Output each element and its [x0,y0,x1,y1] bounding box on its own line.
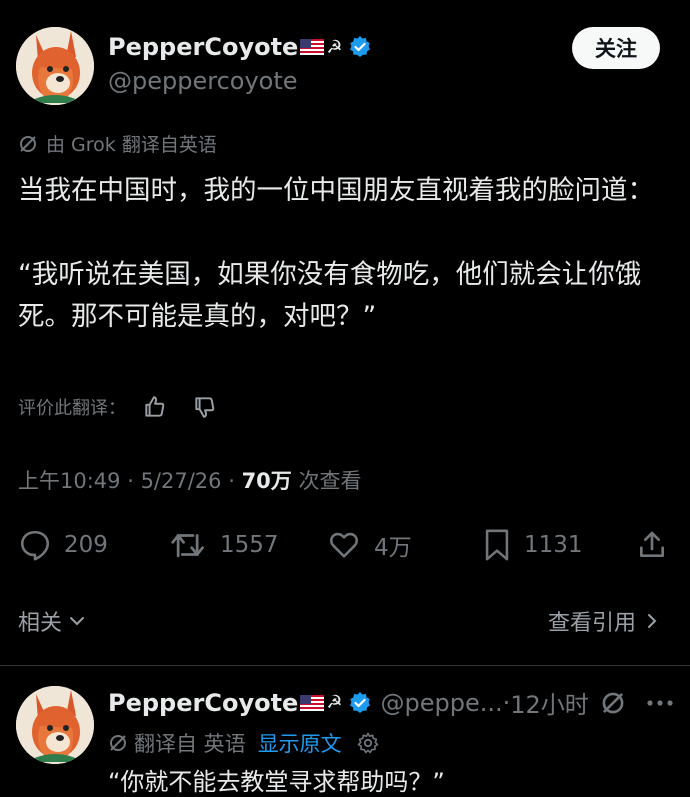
rate-translation-label: 评价此翻译： [18,398,126,419]
reply-translated-from: 翻译自 英语 [134,732,246,756]
divider [0,665,690,666]
bookmark-count: 1131 [524,532,583,558]
bookmark-icon [485,529,509,561]
reply-count: 209 [64,532,108,558]
tweet-meta: 上午10:49 · 5/27/26 · 70万 次查看 [18,465,361,495]
reply-header[interactable]: PepperCoyote ☭ @peppe... · 12小时 [108,685,589,720]
tweet-paragraph-1: 当我在中国时，我的一位中国朋友直视着我的脸问道： [18,175,654,206]
share-action[interactable] [636,527,668,563]
views-label: 次查看 [291,469,362,493]
us-flag-icon [300,694,325,711]
gear-icon[interactable] [356,731,380,755]
reply-author-handle[interactable]: @peppe... [380,689,502,717]
author-name[interactable]: PepperCoyote [108,33,298,61]
show-original-link[interactable]: 显示原文 [258,728,342,758]
bookmark-action[interactable]: 1131 [482,527,583,563]
more-options-icon[interactable] [646,698,674,708]
share-icon [640,531,664,557]
reply-author-name[interactable]: PepperCoyote [108,689,298,717]
thumbs-down-icon[interactable] [192,394,218,420]
translation-note-text: 由 Grok 翻译自英语 [46,134,217,156]
view-quotes-label: 查看引用 [548,611,637,636]
meta-separator: · [221,469,242,493]
retweet-action[interactable]: 1557 [170,527,279,563]
view-quotes-link[interactable]: 查看引用 [548,605,660,637]
thumbs-up-icon[interactable] [142,394,168,420]
reply-avatar[interactable] [16,686,94,764]
author-handle[interactable]: @peppercoyote [108,67,298,95]
tweet-blank-line [18,212,673,254]
like-action[interactable]: 4万 [326,527,412,563]
grok-icon [20,135,36,152]
tweet-date[interactable]: 5/27/26 [141,469,222,493]
retweet-icon [171,534,204,558]
heart-icon [330,532,358,558]
hammer-sickle-icon: ☭ [326,692,343,713]
related-label: 相关 [18,611,63,636]
author-name-line[interactable]: PepperCoyote ☭ [108,33,372,61]
tweet-time[interactable]: 上午10:49 [18,469,121,493]
grok-icon [110,735,126,751]
reply-time[interactable]: 12小时 [510,685,589,720]
related-dropdown[interactable]: 相关 [18,605,86,637]
rate-translation: 评价此翻译： [18,394,218,420]
chevron-down-icon [70,617,85,626]
meta-separator: · [120,469,141,493]
verified-badge-icon [350,36,371,57]
hammer-sickle-icon: ☭ [326,36,343,58]
views-count: 70万 [241,469,292,493]
like-count: 4万 [374,535,412,561]
tweet-paragraph-2: “我听说在美国，如果你没有食物吃，他们就会让你饿死。那不可能是真的，对吧？” [18,259,642,332]
grok-icon[interactable] [600,690,626,716]
retweet-count: 1557 [220,532,279,558]
reply-body: “你就不能去教堂寻求帮助吗？” [108,768,445,796]
follow-button[interactable]: 关注 [572,27,660,69]
reply-separator: · [502,688,511,717]
translation-note: 由 Grok 翻译自英语 [18,130,217,157]
us-flag-icon [300,39,325,55]
tweet-body: 当我在中国时，我的一位中国朋友直视着我的脸问道： “我听说在美国，如果你没有食物… [18,170,673,338]
author-avatar[interactable] [16,27,94,105]
reply-action[interactable]: 209 [18,527,108,563]
verified-badge-icon [350,691,371,713]
reply-translation-line: 翻译自 英语 显示原文 [108,728,380,758]
chevron-right-icon [648,614,657,628]
reply-icon [20,530,50,561]
